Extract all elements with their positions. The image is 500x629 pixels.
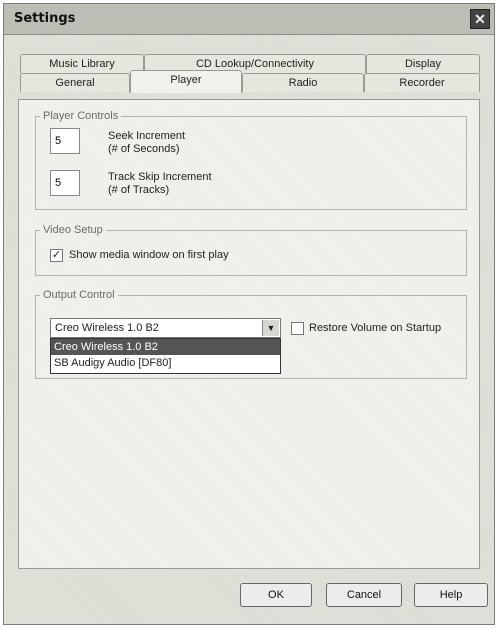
settings-window: Settings ✕ Music Library CD Lookup/Conne…	[3, 3, 495, 625]
dropdown-option-creo[interactable]: Creo Wireless 1.0 B2	[51, 339, 280, 355]
tab-music-library[interactable]: Music Library	[20, 54, 144, 73]
help-button[interactable]: Help	[414, 583, 488, 607]
title-bar[interactable]: Settings ✕	[4, 4, 494, 35]
player-controls-group: Player Controls	[35, 110, 467, 210]
restore-volume-label: Restore Volume on Startup	[309, 322, 442, 334]
track-skip-label: Track Skip Increment	[108, 171, 212, 183]
tab-radio[interactable]: Radio	[242, 73, 364, 92]
cancel-button[interactable]: Cancel	[326, 583, 402, 607]
seek-increment-sublabel: (# of Seconds)	[108, 143, 180, 155]
seek-increment-label: Seek Increment	[108, 130, 186, 142]
output-control-legend: Output Control	[43, 289, 115, 301]
tab-player[interactable]: Player	[130, 70, 242, 93]
player-controls-legend: Player Controls	[43, 110, 119, 122]
tab-display[interactable]: Display	[366, 54, 480, 73]
output-device-select[interactable]: Creo Wireless 1.0 B2 ▼	[50, 318, 281, 338]
seek-increment-input[interactable]	[50, 128, 80, 154]
tab-strip: Music Library CD Lookup/Connectivity Dis…	[4, 54, 494, 100]
video-setup-legend: Video Setup	[43, 224, 103, 236]
restore-volume-checkbox[interactable]	[291, 322, 304, 335]
output-device-dropdown: Creo Wireless 1.0 B2 SB Audigy Audio [DF…	[50, 338, 281, 374]
window-title: Settings	[14, 11, 76, 26]
ok-button[interactable]: OK	[240, 583, 312, 607]
player-tab-panel: Player Controls Seek Increment (# of Sec…	[18, 99, 480, 569]
track-skip-input[interactable]	[50, 170, 80, 196]
tab-general[interactable]: General	[20, 73, 130, 92]
chevron-down-icon[interactable]: ▼	[262, 320, 279, 336]
show-media-window-label: Show media window on first play	[69, 249, 229, 261]
output-device-value: Creo Wireless 1.0 B2	[55, 322, 159, 334]
close-icon[interactable]: ✕	[470, 9, 490, 29]
tab-recorder[interactable]: Recorder	[364, 73, 480, 92]
show-media-window-checkbox[interactable]: ✓	[50, 249, 63, 262]
dropdown-option-sb-audigy[interactable]: SB Audigy Audio [DF80]	[51, 355, 280, 371]
track-skip-sublabel: (# of Tracks)	[108, 184, 170, 196]
